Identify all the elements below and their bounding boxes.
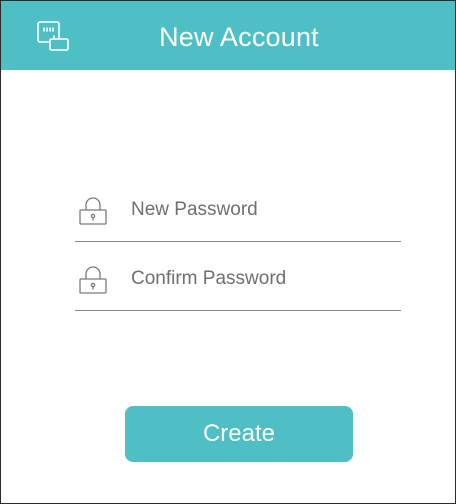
header-bar: New Account [1,1,455,70]
app-window: New Account Create [0,0,456,504]
new-password-field[interactable] [75,195,401,242]
confirm-password-input[interactable] [131,264,391,294]
lock-icon [79,195,107,227]
page-title: New Account [159,22,319,52]
lock-icon [79,264,107,296]
new-password-input[interactable] [131,195,391,225]
create-button[interactable]: Create [125,406,353,462]
confirm-password-field[interactable] [75,264,401,311]
